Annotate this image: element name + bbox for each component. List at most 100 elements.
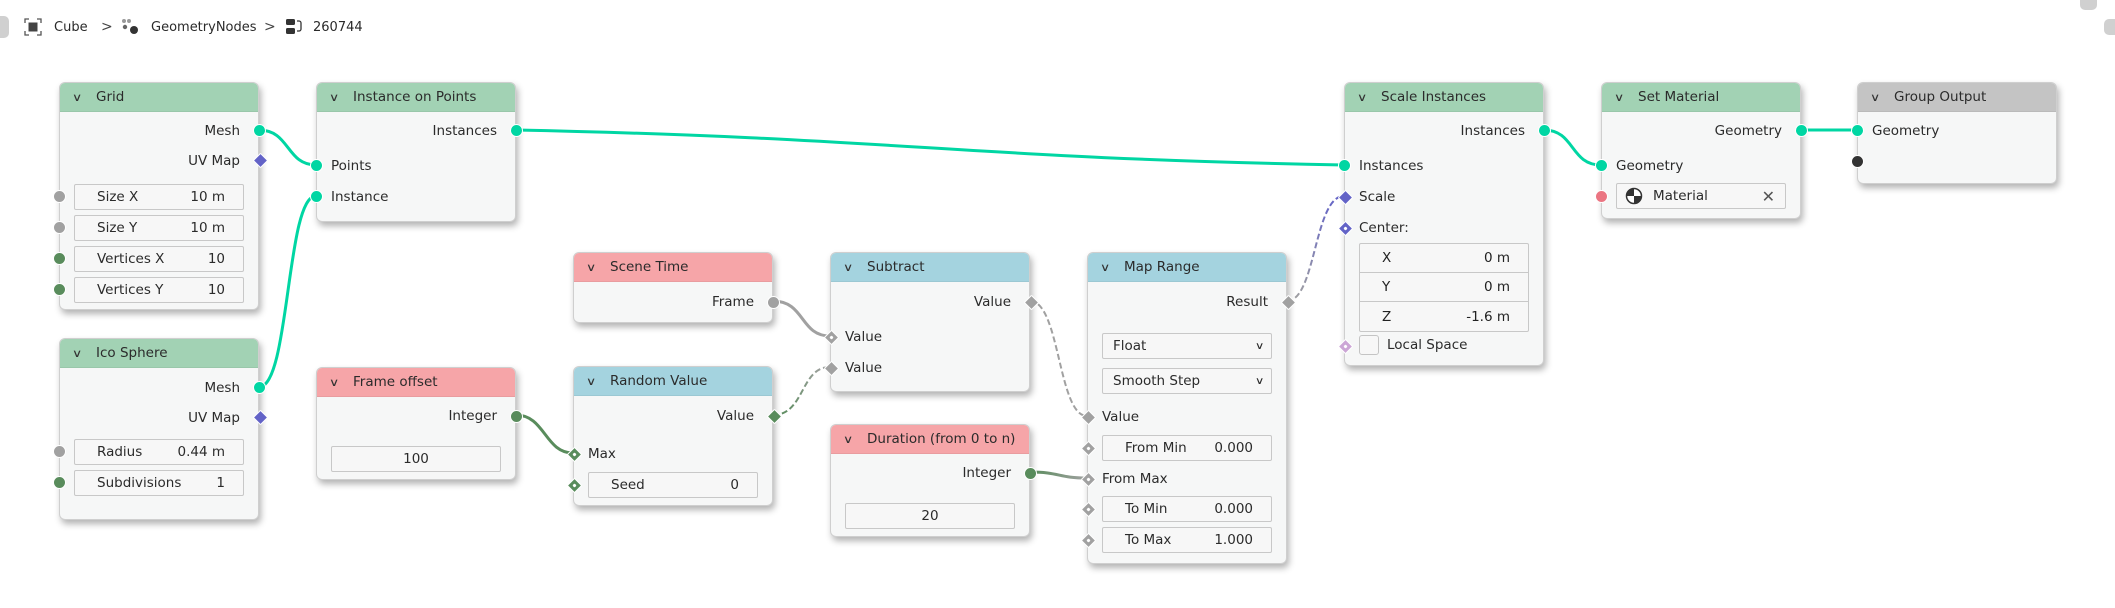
socket-vertices-y-in[interactable] xyxy=(53,283,66,296)
node-scene-time[interactable]: ∨ Scene Time Frame xyxy=(573,252,780,323)
link-instances-to-scale-instances[interactable] xyxy=(515,128,1345,167)
collapse-chevron-icon[interactable]: ∨ xyxy=(1870,91,1888,104)
link-frame-offset-to-max[interactable] xyxy=(515,413,574,455)
field-to-max[interactable]: To Max 1.000 xyxy=(1102,527,1272,553)
data-type-dropdown[interactable]: Float ∨ xyxy=(1102,333,1272,359)
node-grid[interactable]: ∨ Grid Mesh UV Map Size X 10 m Size Y 10 m… xyxy=(53,82,269,310)
socket-to-max-in[interactable] xyxy=(1080,532,1097,549)
link-frame-to-subtract[interactable] xyxy=(772,299,831,338)
node-header[interactable]: ∨ Subtract xyxy=(831,253,1029,282)
breadcrumb-item-object[interactable]: Cube xyxy=(24,14,88,40)
socket-integer-out[interactable] xyxy=(1024,467,1037,480)
field-vertices-y[interactable]: Vertices Y 10 xyxy=(74,277,244,303)
socket-integer-out[interactable] xyxy=(510,410,523,423)
node-set-material[interactable]: ∨ Set Material Geometry Geometry Materia… xyxy=(1595,82,1808,219)
link-result-to-scale[interactable] xyxy=(1286,195,1345,302)
center-y-field[interactable]: Y 0 m xyxy=(1360,273,1528,302)
node-map-range[interactable]: ∨ Map Range Result Float ∨ Smooth Step ∨ V… xyxy=(1080,252,1297,564)
socket-size-x-in[interactable] xyxy=(53,190,66,203)
breadcrumb-item-modifier[interactable]: GeometryNodes xyxy=(121,14,257,40)
node-header[interactable]: ∨ Duration (from 0 to n) xyxy=(831,425,1029,454)
node-header[interactable]: ∨ Group Output xyxy=(1858,83,2056,112)
collapse-chevron-icon[interactable]: ∨ xyxy=(586,261,604,274)
socket-empty-in[interactable] xyxy=(1851,155,1864,168)
node-subtract[interactable]: ∨ Subtract Value Value Value xyxy=(823,252,1040,392)
node-random-value[interactable]: ∨ Random Value Value Max Seed 0 xyxy=(566,366,783,506)
socket-radius-in[interactable] xyxy=(53,445,66,458)
field-size-y[interactable]: Size Y 10 m xyxy=(74,215,244,241)
socket-frame-out[interactable] xyxy=(767,296,780,309)
collapse-chevron-icon[interactable]: ∨ xyxy=(1614,91,1632,104)
close-icon[interactable]: ✕ xyxy=(1762,187,1785,206)
collapse-chevron-icon[interactable]: ∨ xyxy=(843,261,861,274)
socket-to-min-in[interactable] xyxy=(1080,501,1097,518)
field-integer-value[interactable]: 100 xyxy=(331,446,501,472)
link-icosphere-mesh-to-instance[interactable] xyxy=(258,194,317,389)
socket-from-min-in[interactable] xyxy=(1080,440,1097,457)
node-header[interactable]: ∨ Frame offset xyxy=(317,368,515,397)
socket-geometry-in[interactable] xyxy=(1851,124,1864,137)
link-subtract-to-map-range[interactable] xyxy=(1029,300,1088,417)
socket-mesh-out[interactable] xyxy=(253,124,266,137)
link-duration-to-from-max[interactable] xyxy=(1029,470,1088,480)
field-radius[interactable]: Radius 0.44 m xyxy=(74,439,244,465)
collapse-chevron-icon[interactable]: ∨ xyxy=(72,347,90,360)
field-seed[interactable]: Seed 0 xyxy=(588,472,758,498)
interpolation-dropdown[interactable]: Smooth Step ∨ xyxy=(1102,368,1272,394)
collapse-chevron-icon[interactable]: ∨ xyxy=(586,375,604,388)
node-header[interactable]: ∨ Grid xyxy=(60,83,258,112)
socket-material-in[interactable] xyxy=(1595,190,1608,203)
center-vector-field[interactable]: X 0 m Y 0 m Z -1.6 m xyxy=(1359,243,1529,332)
socket-instances-out[interactable] xyxy=(510,124,523,137)
field-to-min[interactable]: To Min 0.000 xyxy=(1102,496,1272,522)
field-integer-value[interactable]: 20 xyxy=(845,503,1015,529)
collapse-chevron-icon[interactable]: ∨ xyxy=(843,433,861,446)
field-subdivisions[interactable]: Subdivisions 1 xyxy=(74,470,244,496)
node-duration[interactable]: ∨ Duration (from 0 to n) Integer 20 xyxy=(830,424,1037,537)
output-mesh: Mesh xyxy=(60,376,258,400)
collapse-chevron-icon[interactable]: ∨ xyxy=(329,91,347,104)
socket-points-in[interactable] xyxy=(310,159,323,172)
field-from-min[interactable]: From Min 0.000 xyxy=(1102,435,1272,461)
node-header[interactable]: ∨ Instance on Points xyxy=(317,83,515,112)
socket-geometry-out[interactable] xyxy=(1795,124,1808,137)
collapse-chevron-icon[interactable]: ∨ xyxy=(329,376,347,389)
node-instance-on-points[interactable]: ∨ Instance on Points Instances Points In… xyxy=(310,82,523,222)
node-frame-offset[interactable]: ∨ Frame offset Integer 100 xyxy=(316,367,523,480)
collapse-chevron-icon[interactable]: ∨ xyxy=(1357,91,1375,104)
header-collapse-tab[interactable] xyxy=(2080,0,2097,10)
socket-subdivisions-in[interactable] xyxy=(53,476,66,489)
center-z-field[interactable]: Z -1.6 m xyxy=(1360,302,1528,331)
socket-vertices-x-in[interactable] xyxy=(53,252,66,265)
field-vertices-x[interactable]: Vertices X 10 xyxy=(74,246,244,272)
socket-instance-in[interactable] xyxy=(310,190,323,203)
node-header[interactable]: ∨ Scale Instances xyxy=(1345,83,1543,112)
node-header[interactable]: ∨ Scene Time xyxy=(574,253,772,282)
node-group-output[interactable]: ∨ Group Output Geometry xyxy=(1851,82,2057,184)
socket-mesh-out[interactable] xyxy=(253,381,266,394)
node-header[interactable]: ∨ Random Value xyxy=(574,367,772,396)
socket-seed-in[interactable] xyxy=(566,477,583,494)
socket-size-y-in[interactable] xyxy=(53,221,66,234)
sidebar-collapse-tab[interactable] xyxy=(2104,19,2115,35)
field-label: To Min xyxy=(1125,501,1168,517)
link-scale-instances-to-set-material[interactable] xyxy=(1543,128,1602,167)
material-selector[interactable]: Material ✕ xyxy=(1616,183,1786,209)
node-ico-sphere[interactable]: ∨ Ico Sphere Mesh UV Map Radius 0.44 m Su… xyxy=(53,338,269,520)
breadcrumb-item-nodetree[interactable]: 260744 xyxy=(285,14,363,40)
node-scale-instances[interactable]: ∨ Scale Instances Instances Instances Sc… xyxy=(1337,82,1551,366)
collapse-chevron-icon[interactable]: ∨ xyxy=(1100,261,1118,274)
center-x-field[interactable]: X 0 m xyxy=(1360,244,1528,273)
link-random-to-subtract[interactable] xyxy=(772,366,831,416)
node-header[interactable]: ∨ Set Material xyxy=(1602,83,1800,112)
local-space-checkbox[interactable] xyxy=(1359,335,1379,355)
field-size-x[interactable]: Size X 10 m xyxy=(74,184,244,210)
node-header[interactable]: ∨ Ico Sphere xyxy=(60,339,258,368)
socket-geometry-in[interactable] xyxy=(1595,159,1608,172)
node-header[interactable]: ∨ Map Range xyxy=(1088,253,1286,282)
sidebar-toggle-tab[interactable] xyxy=(0,16,9,38)
collapse-chevron-icon[interactable]: ∨ xyxy=(72,91,90,104)
node-title: Frame offset xyxy=(353,374,438,390)
socket-instances-in[interactable] xyxy=(1338,159,1351,172)
socket-instances-out[interactable] xyxy=(1538,124,1551,137)
